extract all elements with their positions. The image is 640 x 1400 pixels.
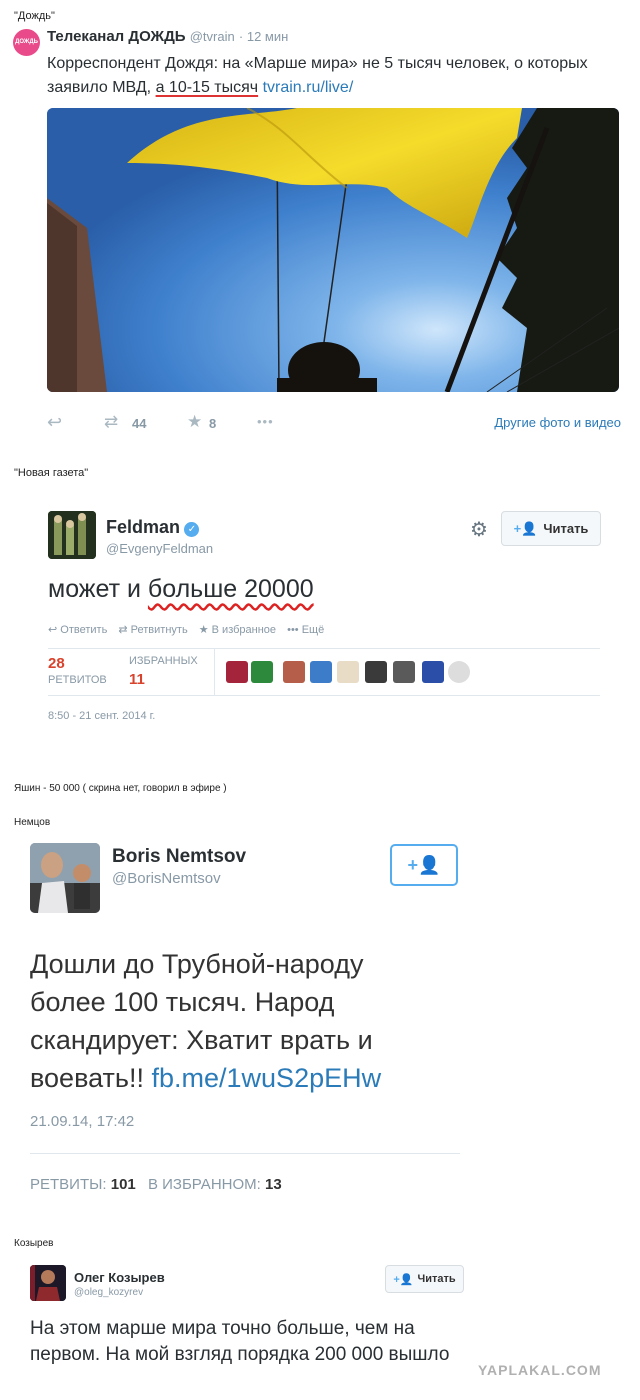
author-name[interactable]: Телеканал ДОЖДЬ [47, 28, 186, 45]
star-icon[interactable]: ★ [187, 412, 202, 432]
more-icon[interactable]: ••• [257, 414, 274, 429]
follow-person-icon: +👤 [393, 1273, 414, 1286]
favorite-count: 8 [209, 416, 217, 431]
tweet-link[interactable]: fb.me/1wuS2pEHw [152, 1063, 382, 1093]
follow-person-icon: +👤 [513, 520, 538, 536]
author-name[interactable]: Boris Nemtsov [112, 846, 246, 868]
retweet-label: Ретвитнуть [130, 624, 188, 636]
favorites-label: ИЗБРАННЫХ [129, 655, 198, 667]
watermark: YAPLAKAL.COM [478, 1362, 602, 1378]
section-caption-novaya: "Новая газета" [14, 467, 89, 479]
avatar[interactable] [30, 843, 100, 913]
stats-bar: 28 РЕТВИТОВ ИЗБРАННЫХ 11 [48, 648, 600, 696]
tweet-photo[interactable] [47, 108, 619, 392]
author-handle[interactable]: @EvgenyFeldman [106, 541, 213, 556]
author-handle[interactable]: @oleg_kozyrev [74, 1287, 143, 1298]
author-name[interactable]: Feldman [106, 517, 180, 537]
retweet-button[interactable]: ⇄ Ретвитнуть [118, 624, 187, 636]
avatar-mini[interactable] [365, 661, 387, 683]
avatar-label: ДОЖДЬ [15, 39, 38, 45]
retweets-count[interactable]: 101 [111, 1176, 136, 1193]
reply-button[interactable]: ↩ Ответить [48, 624, 107, 636]
favorites-count[interactable]: 13 [265, 1176, 282, 1193]
tweet-avatar[interactable]: ДОЖДЬ [13, 29, 40, 56]
favorite-button[interactable]: ★ В избранное [199, 624, 276, 636]
avatar-mini[interactable] [422, 661, 444, 683]
avatar-mini[interactable] [226, 661, 248, 683]
follow-label: Читать [543, 521, 589, 536]
follow-button[interactable]: +👤 Читать [385, 1265, 464, 1293]
flag-photo-illustration [47, 108, 619, 392]
avatar-mini[interactable] [393, 661, 415, 683]
favorite-label: В избранное [211, 624, 277, 636]
section-caption-kozyrev: Козырев [14, 1238, 54, 1249]
tweet-text-highlight: а 10-15 тысяч [155, 79, 259, 96]
follow-button[interactable]: +👤 Читать [501, 511, 601, 546]
tweet-text: На этом марше мира точно больше, чем на … [30, 1318, 450, 1365]
tweet-timestamp[interactable]: 21.09.14, 17:42 [30, 1113, 134, 1130]
favorites-label: В ИЗБРАННОМ: [147, 1176, 261, 1193]
more-media-link[interactable]: Другие фото и видео [494, 415, 621, 430]
avatar-image [48, 511, 96, 559]
section-caption-nemtsov: Немцов [14, 817, 51, 828]
tweet-time[interactable]: · 12 мин [239, 29, 288, 44]
retweet-count: 44 [132, 416, 147, 431]
gear-icon[interactable]: ⚙ [470, 517, 488, 542]
avatar-mini[interactable] [337, 661, 359, 683]
avatar[interactable] [48, 511, 96, 559]
author-handle[interactable]: @tvrain [190, 29, 235, 44]
tweet-text-highlight: больше 20000 [147, 575, 314, 603]
tweet-timestamp[interactable]: 8:50 - 21 сент. 2014 г. [48, 710, 155, 722]
tweet-text-main: может и [48, 575, 141, 603]
favoriters-avatars [226, 661, 486, 683]
tweet-text: Корреспондент Дождя: на «Марше мира» не … [47, 52, 622, 100]
section-caption-dozhd: "Дождь" [14, 10, 55, 22]
follow-label: Читать [417, 1273, 456, 1285]
follow-person-icon: +👤 [407, 854, 441, 875]
retweets-count[interactable]: 28 [48, 655, 65, 672]
follow-button[interactable]: +👤 [390, 844, 458, 886]
stats-bar: РЕТВИТЫ: 101 В ИЗБРАННОМ: 13 [30, 1176, 282, 1193]
avatar[interactable] [30, 1265, 66, 1301]
author-name[interactable]: Олег Козырев [74, 1270, 165, 1285]
avatar-mini[interactable] [448, 661, 470, 683]
favorites-count[interactable]: 11 [129, 671, 145, 688]
author-handle[interactable]: @BorisNemtsov [112, 870, 221, 887]
retweets-label: РЕТВИТОВ [48, 674, 107, 686]
more-button[interactable]: ••• Ещё [287, 624, 324, 636]
avatar-mini[interactable] [283, 661, 305, 683]
avatar-mini[interactable] [251, 661, 273, 683]
tweet-text: Дошли до Трубной-народу более 100 тысяч.… [30, 945, 430, 1097]
reply-icon[interactable]: ↩ [47, 412, 62, 433]
avatar-image [30, 843, 100, 913]
retweets-label: РЕТВИТЫ: [30, 1176, 107, 1193]
section-caption-yashin: Яшин - 50 000 ( скрина нет, говорил в эф… [14, 783, 227, 794]
retweet-icon[interactable]: ⇄ [104, 412, 118, 432]
more-label: Ещё [301, 624, 325, 636]
avatar-image [30, 1265, 66, 1301]
tweet-link[interactable]: tvrain.ru/live/ [263, 79, 354, 96]
verified-icon: ✓ [184, 522, 200, 537]
avatar-mini[interactable] [310, 661, 332, 683]
reply-label: Ответить [60, 624, 108, 636]
